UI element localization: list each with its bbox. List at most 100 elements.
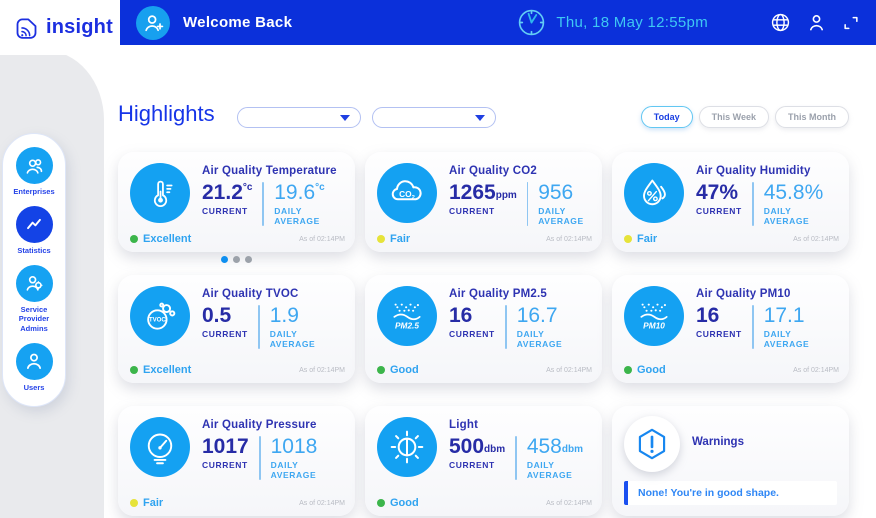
metric-card[interactable]: PM10 Air Quality PM10 16 CURRENT 17.1 DA…: [612, 275, 849, 383]
as-of-timestamp: As of 02:14PM: [546, 366, 592, 374]
as-of-timestamp: As of 02:14PM: [546, 499, 592, 507]
status-badge: Excellent: [130, 364, 191, 376]
filter-dropdown-1[interactable]: [237, 107, 361, 128]
current-value: 1265: [449, 181, 496, 204]
light-icon: [390, 430, 424, 464]
current-metric: 500dbm CURRENT: [449, 436, 505, 470]
thermometer-icon: [153, 180, 173, 208]
metric-divider: [751, 305, 754, 349]
average-label: DAILY AVERAGE: [270, 460, 317, 480]
as-of-timestamp: As of 02:14PM: [793, 235, 839, 243]
card-body: Light 500dbm CURRENT 458dbm DAILY AVERAG…: [449, 416, 590, 480]
pm25-icon: PM2.5: [393, 303, 421, 330]
language-globe-button[interactable]: [770, 12, 791, 33]
warnings-card[interactable]: Warnings None! You're in good shape.: [612, 406, 849, 516]
card-title: Air Quality CO2: [449, 165, 537, 177]
current-metric: 1265ppm CURRENT: [449, 182, 517, 216]
sidebar-item-users[interactable]: Users: [15, 342, 53, 393]
svg-text:TVOC: TVOC: [149, 317, 167, 324]
card-metrics: 1017 CURRENT 1018 DAILY AVERAGE: [202, 436, 343, 480]
card-top: Light 500dbm CURRENT 458dbm DAILY AVERAG…: [377, 416, 590, 480]
metric-divider: [262, 182, 265, 226]
current-unit: dbm: [484, 444, 506, 455]
svg-text:CO: CO: [399, 189, 412, 199]
metric-icon-circle: PM2.5: [377, 286, 437, 346]
status-dot: [130, 235, 138, 243]
card-metrics: 1265ppm CURRENT 956 DAILY AVERAGE: [449, 182, 590, 226]
card-top: Air Quality Temperature 21.2°c CURRENT 1…: [130, 162, 343, 226]
tab-this-month[interactable]: This Month: [775, 106, 849, 128]
current-value: 16: [449, 304, 473, 327]
average-label: DAILY AVERAGE: [526, 460, 573, 480]
average-metric: 1018 DAILY AVERAGE: [271, 436, 343, 480]
warning-icon-circle: [624, 416, 680, 472]
card-top: TVOC Air Quality TVOC 0.5 CURRENT 1.9 DA…: [130, 285, 343, 349]
sidebar-item-service-provider-admins[interactable]: Service Provider Admins: [5, 264, 63, 334]
average-metric: 45.8% DAILY AVERAGE: [764, 182, 837, 226]
tab-this-week[interactable]: This Week: [698, 106, 769, 128]
card-top: PM2.5 Air Quality PM2.5 16 CURRENT 16.7 …: [377, 285, 590, 349]
card-body: Air Quality PM10 16 CURRENT 17.1 DAILY A…: [696, 285, 837, 349]
current-label: CURRENT: [696, 206, 742, 216]
average-value: 1018: [270, 435, 318, 458]
carousel-dot-active[interactable]: [221, 256, 228, 263]
current-metric: 16 CURRENT: [449, 305, 495, 339]
current-label: CURRENT: [202, 329, 248, 339]
card-footer: Excellent As of 02:14PM: [130, 233, 345, 245]
welcome-text: Welcome Back: [183, 14, 293, 31]
account-button[interactable]: [807, 13, 826, 32]
enterprises-icon: [15, 147, 53, 184]
status-badge: Fair: [377, 233, 410, 245]
profile-avatar-button[interactable]: [136, 5, 170, 40]
warnings-message: None! You're in good shape.: [624, 481, 837, 505]
average-unit: °c: [315, 182, 325, 193]
current-metric: 1017 CURRENT: [202, 436, 249, 470]
card-top: CO 2 Air Quality CO2 1265ppm CURRENT 956…: [377, 162, 590, 226]
sidebar-item-label: Statistics: [17, 245, 51, 255]
current-label: CURRENT: [202, 460, 248, 470]
current-value: 16: [696, 304, 720, 327]
card-top: Air Quality Humidity 47% CURRENT 45.8% D…: [624, 162, 837, 226]
users-icon: [15, 342, 53, 380]
current-unit: ppm: [495, 190, 517, 201]
fullscreen-icon: [844, 16, 858, 29]
co2-icon: CO 2: [391, 180, 422, 201]
status-dot: [624, 235, 632, 243]
logo-text: insight: [46, 16, 113, 38]
average-label: DAILY AVERAGE: [269, 329, 316, 349]
card-top: Air Quality Pressure 1017 CURRENT 1018 D…: [130, 416, 343, 480]
status-text: Good: [390, 497, 419, 509]
insight-logo-icon: [16, 18, 37, 39]
range-tabs: Today This Week This Month: [640, 106, 849, 128]
sidebar-item-statistics[interactable]: Statistics: [15, 205, 53, 256]
current-metric: 47% CURRENT: [696, 182, 742, 216]
metric-card[interactable]: Air Quality Pressure 1017 CURRENT 1018 D…: [118, 406, 355, 516]
warning-hexagon-icon: [638, 428, 666, 460]
current-value: 1017: [202, 435, 249, 458]
metric-icon-circle: [377, 417, 437, 477]
tab-today[interactable]: Today: [640, 106, 693, 128]
metric-card[interactable]: PM2.5 Air Quality PM2.5 16 CURRENT 16.7 …: [365, 275, 602, 383]
carousel-dot[interactable]: [245, 256, 252, 263]
fullscreen-button[interactable]: [842, 14, 860, 32]
filter-dropdown-2[interactable]: [372, 107, 496, 128]
humidity-icon: [643, 179, 666, 206]
metric-card[interactable]: TVOC Air Quality TVOC 0.5 CURRENT 1.9 DA…: [118, 275, 355, 383]
metric-card[interactable]: Air Quality Temperature 21.2°c CURRENT 1…: [118, 152, 355, 252]
average-metric: 17.1 DAILY AVERAGE: [764, 305, 837, 349]
card-metrics: 0.5 CURRENT 1.9 DAILY AVERAGE: [202, 305, 343, 349]
current-label: CURRENT: [696, 329, 742, 339]
carousel-dot[interactable]: [233, 256, 240, 263]
current-label: CURRENT: [449, 206, 495, 216]
sidebar-item-label: Service Provider Admins: [18, 304, 50, 334]
status-dot: [377, 366, 385, 374]
metric-card[interactable]: Light 500dbm CURRENT 458dbm DAILY AVERAG…: [365, 406, 602, 516]
sidebar-item-enterprises[interactable]: Enterprises: [13, 147, 55, 197]
person-icon: [809, 15, 824, 31]
card-title: Air Quality PM10: [696, 288, 791, 300]
as-of-timestamp: As of 02:14PM: [299, 499, 345, 507]
metric-card[interactable]: CO 2 Air Quality CO2 1265ppm CURRENT 956…: [365, 152, 602, 252]
current-value: 21.2: [202, 181, 243, 204]
tvoc-icon: TVOC: [147, 302, 176, 330]
metric-card[interactable]: Air Quality Humidity 47% CURRENT 45.8% D…: [612, 152, 849, 252]
